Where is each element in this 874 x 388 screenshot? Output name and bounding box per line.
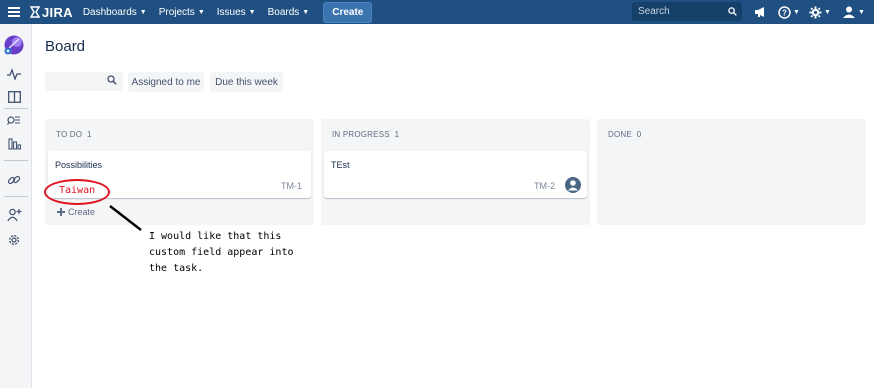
- chevron-down-icon: ▼: [248, 8, 256, 16]
- search-input[interactable]: Search: [632, 2, 742, 21]
- create-issue-label: Create: [68, 207, 96, 217]
- create-button[interactable]: Create: [323, 1, 373, 23]
- annotation-circled-text: Taiwan: [59, 185, 96, 196]
- nav-projects[interactable]: Projects ▼: [159, 7, 205, 18]
- link-icon[interactable]: [6, 172, 22, 188]
- column-done: DONE 0: [597, 119, 866, 225]
- board-search-input[interactable]: [45, 72, 123, 91]
- page-title: Board: [45, 38, 86, 55]
- nav-projects-label: Projects: [158, 6, 195, 18]
- card-summary: Possibilities: [55, 160, 103, 170]
- annotation-note: I would like that this custom field appe…: [149, 231, 294, 274]
- search-icon: [728, 7, 737, 16]
- chevron-down-icon: ▼: [858, 8, 865, 16]
- nav-dashboards-label: Dashboards: [82, 6, 137, 18]
- filter-assigned-to-me[interactable]: Assigned to me: [128, 72, 204, 92]
- search-placeholder: Search: [638, 6, 670, 17]
- chevron-down-icon: ▼: [302, 8, 310, 16]
- user-avatar-icon[interactable]: ▼: [842, 0, 865, 24]
- column-to-do: TO DO 1 Possibilities TM-1 Create: [45, 119, 314, 225]
- issue-card[interactable]: TEst TM-2: [324, 151, 587, 198]
- card-summary: TEst: [331, 160, 350, 170]
- sidebar-divider: [4, 108, 28, 109]
- chevron-down-icon: ▼: [197, 8, 205, 16]
- project-avatar-icon[interactable]: [4, 35, 24, 55]
- column-count: 0: [636, 130, 642, 139]
- nav-issues-label: Issues: [216, 6, 246, 18]
- annotation-arrow-line: [109, 205, 142, 231]
- hamburger-icon[interactable]: [0, 0, 28, 24]
- card-key[interactable]: TM-2: [534, 181, 555, 191]
- column-header: IN PROGRESS 1: [332, 130, 399, 139]
- app-name: JIRA: [42, 4, 73, 20]
- sidebar-divider: [4, 160, 28, 161]
- megaphone-icon[interactable]: [754, 0, 767, 24]
- nav-boards-label: Boards: [267, 6, 300, 18]
- help-icon[interactable]: ? ▼: [778, 0, 800, 24]
- column-header: TO DO 1: [56, 130, 92, 139]
- nav-boards[interactable]: Boards ▼: [268, 7, 310, 18]
- plus-icon: [57, 208, 65, 216]
- column-name: IN PROGRESS: [332, 130, 390, 139]
- board-icon[interactable]: [6, 89, 22, 105]
- jira-logo[interactable]: JIRA: [30, 5, 73, 20]
- create-issue-link[interactable]: Create: [57, 207, 95, 217]
- settings-icon[interactable]: [6, 232, 22, 248]
- nav-issues[interactable]: Issues ▼: [217, 7, 256, 18]
- top-navigation-bar: JIRA Dashboards ▼ Projects ▼ Issues ▼ Board…: [0, 0, 874, 24]
- column-name: TO DO: [56, 130, 83, 139]
- svg-text:?: ?: [782, 8, 787, 17]
- chevron-down-icon: ▼: [793, 8, 800, 16]
- nav-dashboards[interactable]: Dashboards ▼: [83, 7, 147, 18]
- sidebar-divider: [4, 196, 28, 197]
- column-count: 1: [394, 130, 400, 139]
- column-name: DONE: [608, 130, 632, 139]
- column-header: DONE 0: [608, 130, 641, 139]
- chevron-down-icon: ▼: [139, 8, 147, 16]
- add-user-icon[interactable]: [6, 207, 22, 223]
- filter-due-this-week[interactable]: Due this week: [210, 72, 283, 92]
- project-sidebar: [0, 24, 32, 388]
- card-key[interactable]: TM-1: [281, 181, 302, 191]
- search-issues-icon[interactable]: [6, 112, 22, 128]
- assignee-avatar-icon[interactable]: [565, 177, 581, 193]
- search-icon: [107, 75, 117, 85]
- gear-icon[interactable]: ▼: [809, 0, 831, 24]
- jira-logo-icon: [30, 6, 40, 18]
- column-count: 1: [87, 130, 92, 139]
- activity-icon[interactable]: [6, 66, 22, 82]
- reports-icon[interactable]: [6, 135, 22, 151]
- chevron-down-icon: ▼: [824, 8, 831, 16]
- column-in-progress: IN PROGRESS 1 TEst TM-2: [321, 119, 590, 225]
